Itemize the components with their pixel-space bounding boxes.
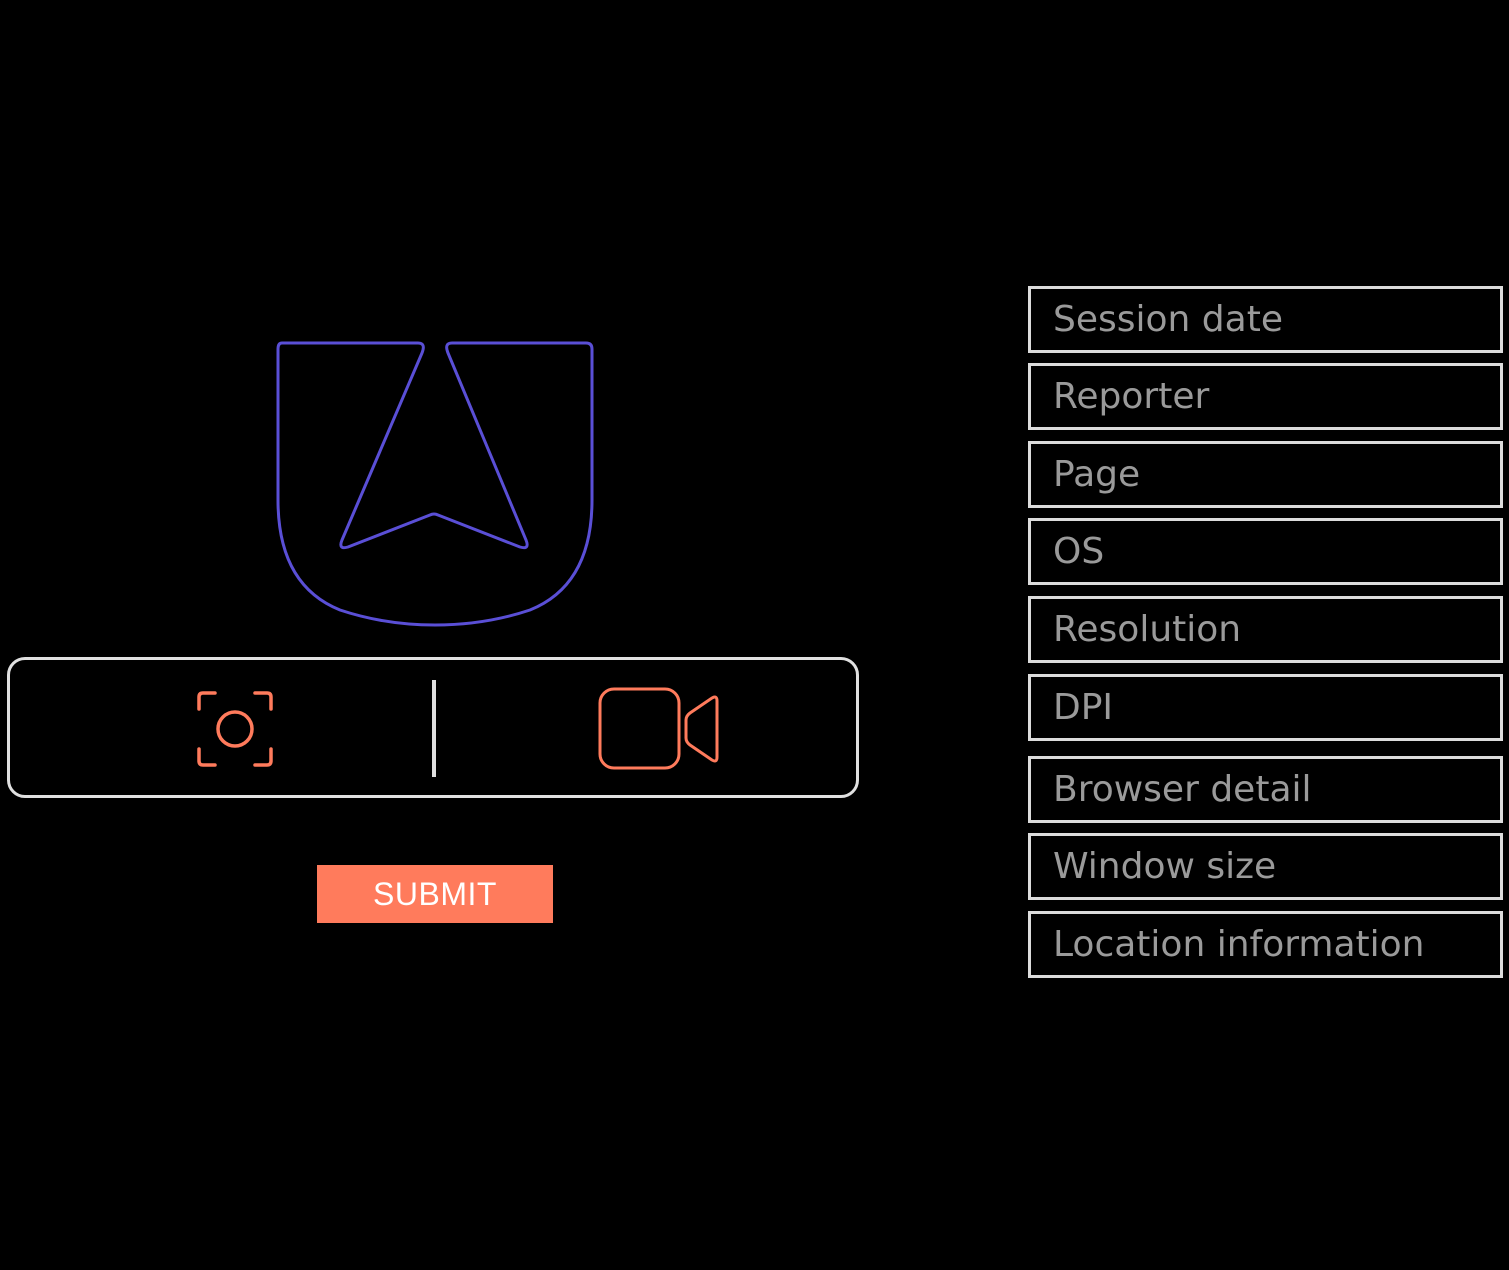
field-dpi: DPI [1028, 674, 1503, 741]
video-record-button[interactable] [596, 684, 722, 774]
field-page: Page [1028, 441, 1503, 508]
field-os: OS [1028, 518, 1503, 585]
video-camera-icon [598, 687, 719, 770]
toolbar-divider [432, 680, 436, 777]
field-reporter: Reporter [1028, 363, 1503, 430]
camera-capture-icon [197, 691, 273, 767]
field-resolution: Resolution [1028, 596, 1503, 663]
field-location-information: Location information [1028, 911, 1503, 978]
field-window-size: Window size [1028, 833, 1503, 900]
field-session-date: Session date [1028, 286, 1503, 353]
submit-button[interactable]: SUBMIT [317, 865, 553, 923]
brand-logo-icon [276, 341, 594, 627]
screenshot-button[interactable] [193, 687, 277, 771]
field-browser-detail: Browser detail [1028, 756, 1503, 823]
